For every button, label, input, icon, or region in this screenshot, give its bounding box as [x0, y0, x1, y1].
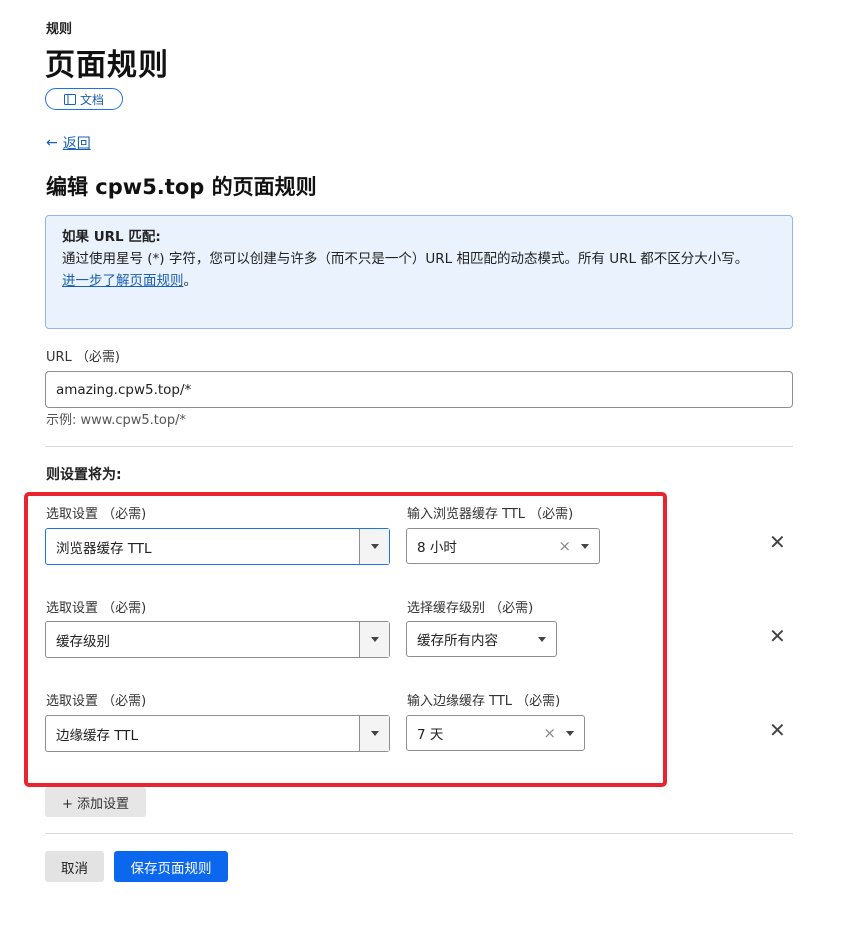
- settings-heading: 则设置将为:: [46, 467, 122, 483]
- docs-button-label: 文档: [79, 92, 104, 107]
- back-link[interactable]: ← 返回: [46, 133, 91, 153]
- breadcrumb-eyebrow: 规则: [46, 22, 73, 37]
- info-body: 通过使用星号 (*) 字符，您可以创建与许多（而不只是一个）URL 相匹配的动态…: [62, 248, 776, 292]
- divider: [45, 446, 793, 447]
- info-banner: 如果 URL 匹配: 通过使用星号 (*) 字符，您可以创建与许多（而不只是一个…: [45, 215, 793, 329]
- editor-heading: 编辑 cpw5.top 的页面规则: [46, 175, 317, 199]
- add-setting-button[interactable]: + 添加设置: [45, 787, 146, 817]
- learn-more-link[interactable]: 进一步了解页面规则: [62, 273, 184, 289]
- info-heading: 如果 URL 匹配:: [62, 229, 161, 245]
- annotation-highlight-box: [24, 492, 667, 787]
- url-example-hint: 示例: www.cpw5.top/*: [46, 413, 186, 428]
- cancel-button[interactable]: 取消: [45, 851, 104, 882]
- url-field-label: URL （必需): [46, 350, 120, 365]
- docs-icon: [63, 93, 76, 105]
- arrow-left-icon: ←: [46, 135, 58, 151]
- save-page-rule-button[interactable]: 保存页面规则: [114, 851, 228, 882]
- info-link-suffix: 。: [183, 273, 198, 289]
- remove-setting-icon[interactable]: ✕: [769, 530, 786, 554]
- docs-button[interactable]: 文档: [45, 88, 123, 110]
- divider: [45, 833, 793, 834]
- remove-setting-icon[interactable]: ✕: [769, 624, 786, 648]
- back-link-label: 返回: [62, 136, 91, 152]
- url-input[interactable]: [45, 371, 793, 408]
- page-title: 页面规则: [45, 48, 169, 83]
- remove-setting-icon[interactable]: ✕: [769, 718, 786, 742]
- info-body-text: 通过使用星号 (*) 字符，您可以创建与许多（而不只是一个）URL 相匹配的动态…: [62, 251, 749, 267]
